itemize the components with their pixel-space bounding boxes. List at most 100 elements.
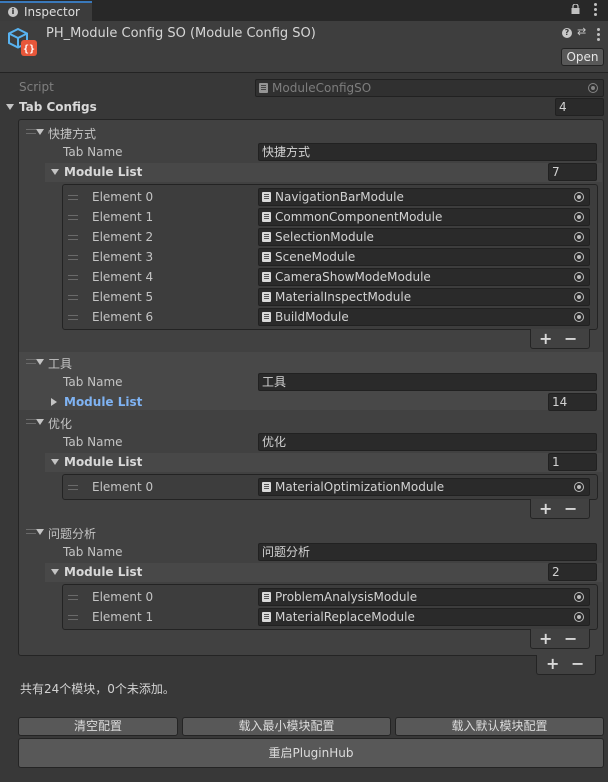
module-object-field[interactable]: BuildModule [258, 308, 590, 326]
module-object-field[interactable]: NavigationBarModule [258, 188, 590, 206]
drag-handle-icon[interactable] [68, 235, 78, 240]
inspector-tab[interactable]: i Inspector [0, 1, 92, 21]
object-picker-icon[interactable] [574, 482, 584, 492]
module-object-field[interactable]: ProblemAnalysisModule [258, 588, 590, 606]
tab-name-field[interactable]: 工具 [258, 373, 597, 391]
foldout-triangle-icon[interactable] [36, 419, 44, 425]
module-object-field[interactable]: MaterialReplaceModule [258, 608, 590, 626]
drag-handle-icon[interactable] [26, 129, 36, 134]
help-icon[interactable]: ? [562, 28, 572, 38]
remove-tab-button[interactable]: − [571, 656, 584, 672]
add-element-button[interactable]: + [539, 501, 552, 517]
module-object-field[interactable]: MaterialInspectModule [258, 288, 590, 306]
tab-element-title[interactable]: 问题分析 [48, 525, 96, 542]
object-picker-icon[interactable] [574, 272, 584, 282]
add-element-button[interactable]: + [539, 331, 552, 347]
module-name: ProblemAnalysisModule [275, 590, 418, 604]
module-name: BuildModule [275, 310, 349, 324]
drag-handle-icon[interactable] [68, 295, 78, 300]
object-picker-icon[interactable] [574, 252, 584, 262]
foldout-triangle-icon[interactable] [36, 529, 44, 535]
module-list-label[interactable]: Module List [64, 565, 142, 579]
foldout-triangle-icon[interactable] [36, 129, 44, 135]
element-label: Element 2 [92, 230, 154, 244]
clear-config-button[interactable]: 清空配置 [18, 717, 178, 736]
module-list-size-field[interactable]: 14 [548, 393, 597, 411]
module-name: SceneModule [275, 250, 356, 264]
object-picker-icon[interactable] [574, 232, 584, 242]
tab-element-title[interactable]: 优化 [48, 415, 72, 432]
add-tab-button[interactable]: + [546, 656, 559, 672]
inspector-header: {} PH_Module Config SO (Module Config SO… [0, 21, 608, 73]
module-object-field[interactable]: CameraShowModeModule [258, 268, 590, 286]
module-object-field[interactable]: SelectionModule [258, 228, 590, 246]
open-button[interactable]: Open [561, 48, 604, 66]
drag-handle-icon[interactable] [68, 315, 78, 320]
drag-handle-icon[interactable] [26, 419, 36, 424]
foldout-triangle-icon[interactable] [51, 459, 59, 465]
object-picker-icon[interactable] [574, 312, 584, 322]
restart-pluginhub-button[interactable]: 重启PluginHub [18, 738, 604, 768]
module-object-field[interactable]: SceneModule [258, 248, 590, 266]
drag-handle-icon[interactable] [26, 359, 36, 364]
script-label: Script [19, 80, 54, 94]
script-field[interactable]: ModuleConfigSO [255, 79, 604, 97]
foldout-triangle-icon[interactable] [51, 169, 59, 175]
tab-name-field[interactable]: 快捷方式 [258, 143, 597, 161]
module-list-size-field[interactable]: 2 [548, 563, 597, 581]
foldout-triangle-icon[interactable] [51, 398, 57, 406]
drag-handle-icon[interactable] [68, 595, 78, 600]
drag-handle-icon[interactable] [68, 195, 78, 200]
object-picker-icon[interactable] [574, 612, 584, 622]
object-picker-icon[interactable] [574, 292, 584, 302]
script-file-icon [262, 272, 271, 282]
info-icon: i [8, 7, 18, 17]
element-label: Element 1 [92, 210, 154, 224]
drag-handle-icon[interactable] [68, 485, 78, 490]
remove-element-button[interactable]: − [564, 501, 577, 517]
more-options-icon[interactable] [597, 28, 600, 43]
object-picker-icon[interactable] [574, 192, 584, 202]
module-name: NavigationBarModule [275, 190, 404, 204]
load-default-config-button[interactable]: 载入默认模块配置 [395, 717, 604, 736]
lock-icon[interactable] [571, 4, 580, 14]
module-list-size-field[interactable]: 1 [548, 453, 597, 471]
drag-handle-icon[interactable] [68, 615, 78, 620]
asset-title: PH_Module Config SO (Module Config SO) [46, 26, 316, 41]
tab-name-label: Tab Name [63, 145, 123, 159]
module-list-label[interactable]: Module List [64, 395, 142, 409]
foldout-triangle-icon[interactable] [36, 359, 44, 365]
remove-element-button[interactable]: − [564, 331, 577, 347]
load-min-config-button[interactable]: 载入最小模块配置 [182, 717, 391, 736]
foldout-triangle-icon[interactable] [51, 569, 59, 575]
module-summary: 共有24个模块，0个未添加。 [20, 682, 175, 696]
script-file-icon [262, 612, 271, 622]
module-list-size-field[interactable]: 7 [548, 163, 597, 181]
remove-element-button[interactable]: − [564, 631, 577, 647]
tab-name-field[interactable]: 问题分析 [258, 543, 597, 561]
tab-element-title[interactable]: 工具 [48, 355, 72, 372]
tab-configs-label[interactable]: Tab Configs [19, 100, 97, 114]
script-file-icon [262, 212, 271, 222]
module-object-field[interactable]: MaterialOptimizationModule [258, 478, 590, 496]
drag-handle-icon[interactable] [26, 529, 36, 534]
drag-handle-icon[interactable] [68, 255, 78, 260]
object-picker-icon[interactable] [574, 592, 584, 602]
module-list-label[interactable]: Module List [64, 165, 142, 179]
drag-handle-icon[interactable] [68, 275, 78, 280]
preset-icon[interactable]: ⇄ [577, 25, 586, 38]
kebab-menu-icon[interactable] [594, 3, 598, 16]
tab-element-title[interactable]: 快捷方式 [48, 125, 96, 142]
script-file-icon [262, 292, 271, 302]
tab-configs-foldout-icon[interactable] [6, 104, 14, 110]
module-list-label[interactable]: Module List [64, 455, 142, 469]
object-picker-icon[interactable] [588, 83, 598, 93]
object-picker-icon[interactable] [574, 212, 584, 222]
tab-name-field[interactable]: 优化 [258, 433, 597, 451]
drag-handle-icon[interactable] [68, 215, 78, 220]
tab-configs-size-field[interactable]: 4 [555, 98, 604, 116]
module-object-field[interactable]: CommonComponentModule [258, 208, 590, 226]
script-file-icon [259, 83, 268, 93]
tab-configs-list-footer [536, 655, 596, 675]
add-element-button[interactable]: + [539, 631, 552, 647]
